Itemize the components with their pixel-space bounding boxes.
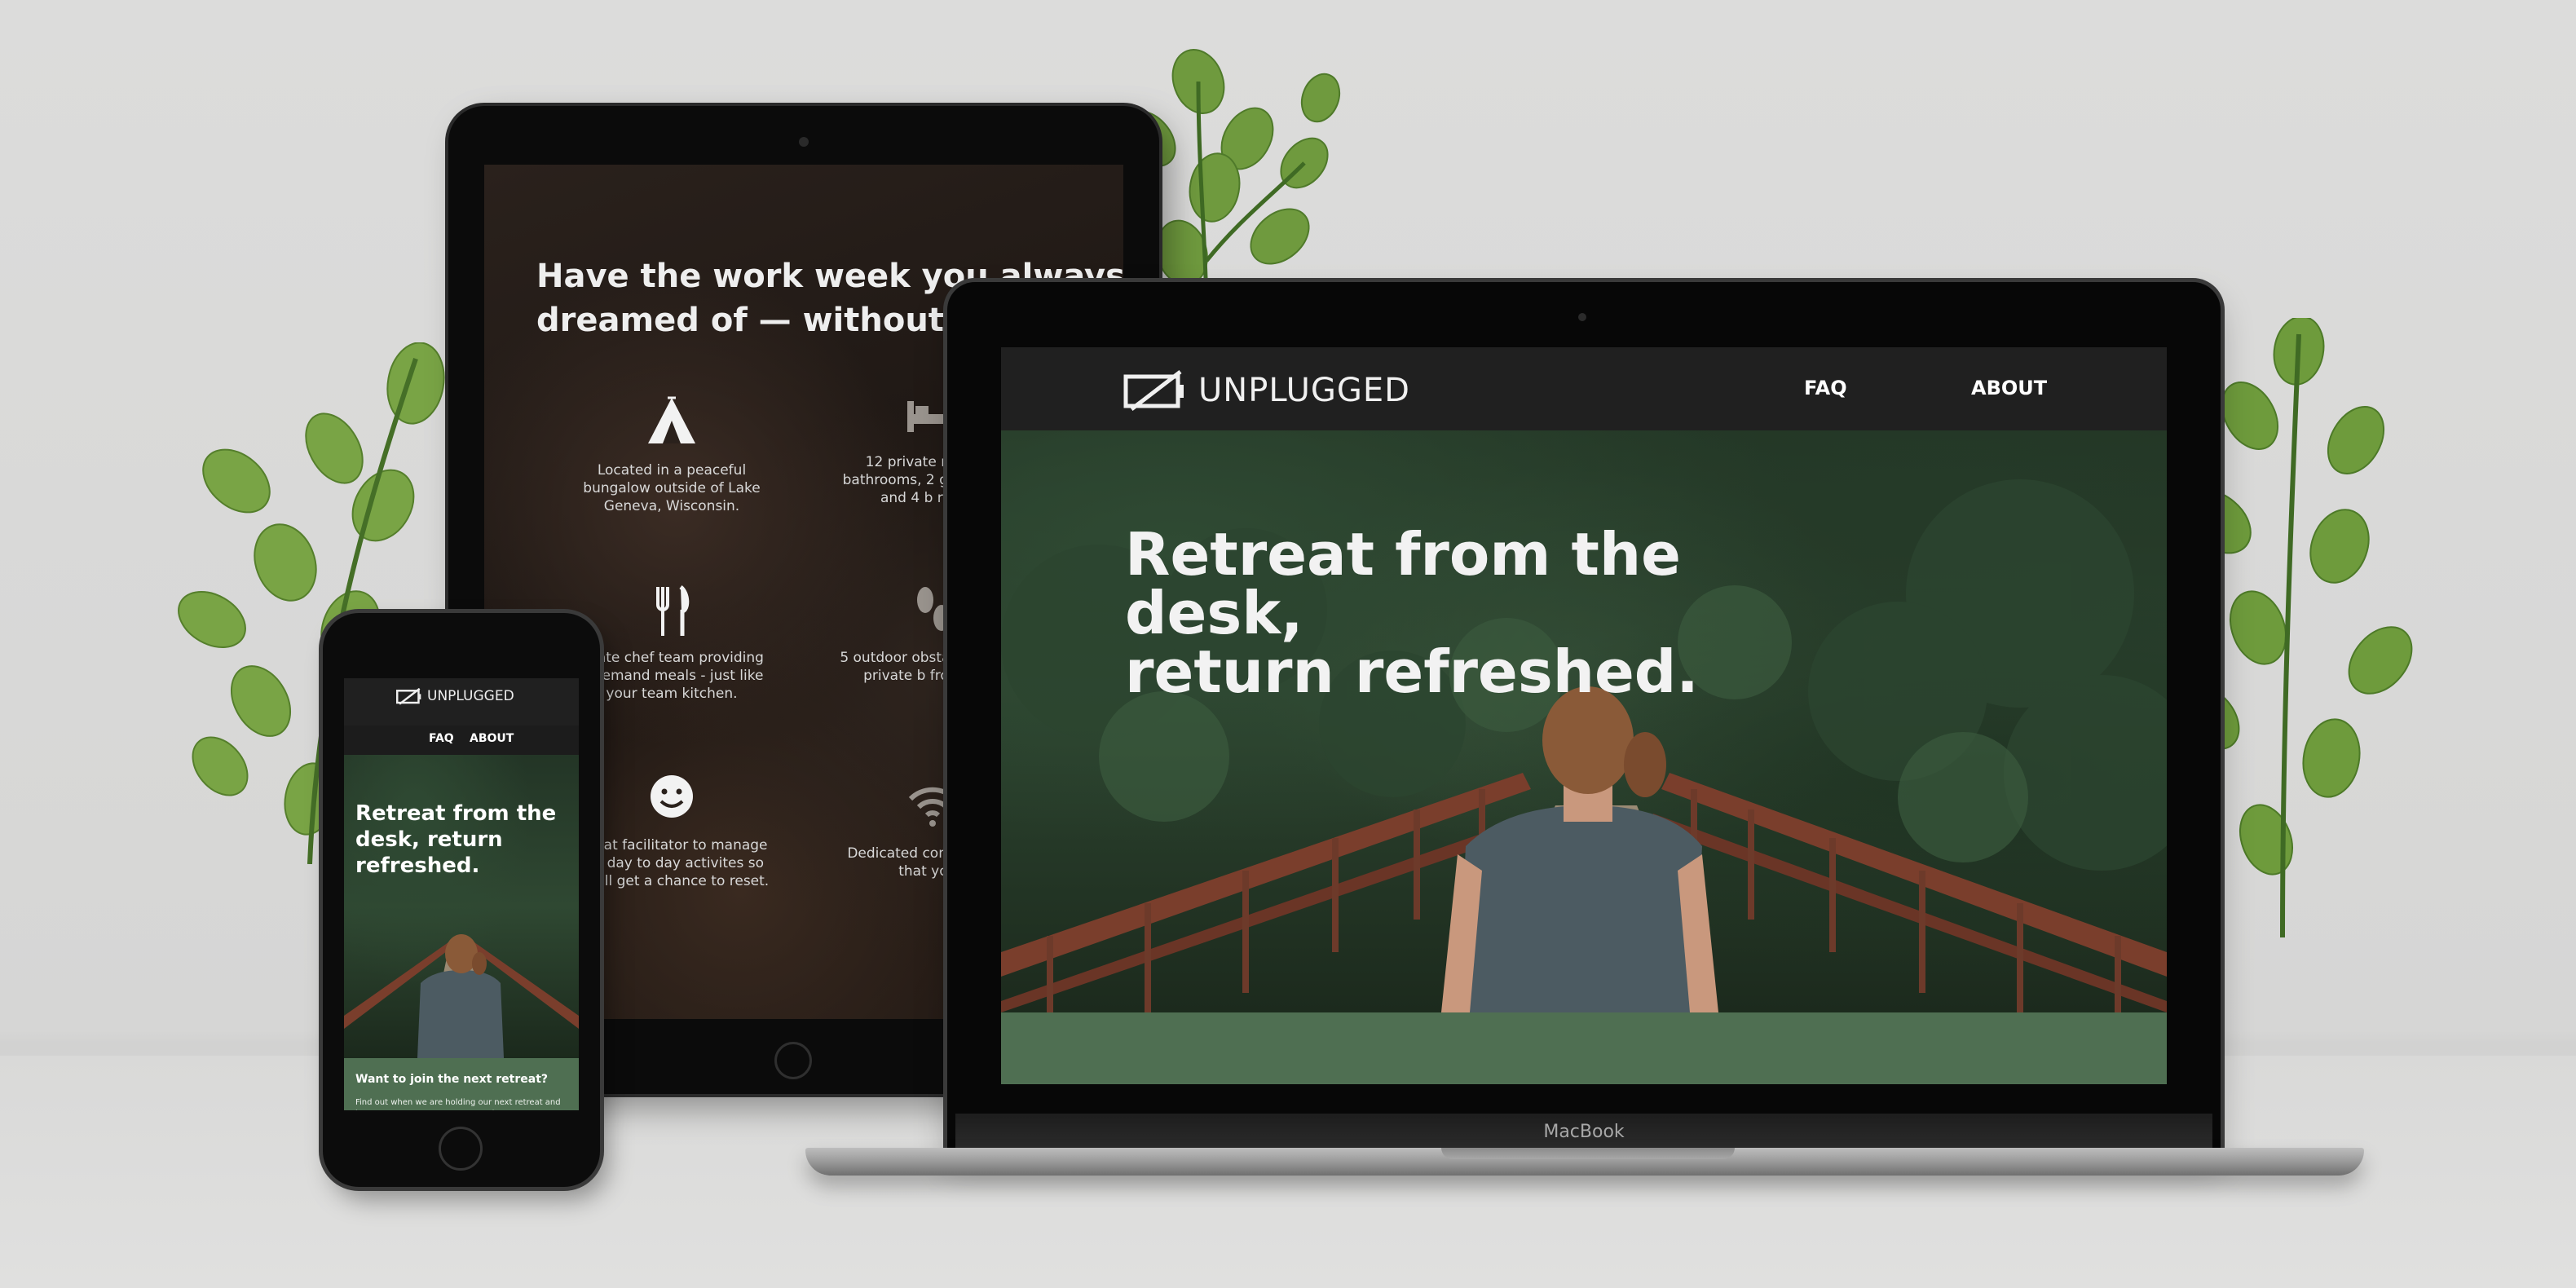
cta-band xyxy=(1001,1012,2167,1084)
phone-screen: UNPLUGGED FAQ ABOUT Retreat from the des… xyxy=(344,678,579,1110)
phone-hero-title: Retreat from the desk, return refreshed. xyxy=(355,801,557,878)
hero-section: Retreat from the desk, return refreshed. xyxy=(1001,430,2167,1012)
phone-home-button xyxy=(439,1127,483,1171)
feature-text: etreat facilitator to manage our day to … xyxy=(574,837,770,889)
feature-text: rivate chef team providing n demand meal… xyxy=(580,650,764,702)
phone-nav-faq-link[interactable]: FAQ xyxy=(429,732,454,745)
feature-text: Located in a peaceful bungalow outside o… xyxy=(583,462,761,514)
feature-location: Located in a peaceful bungalow outside o… xyxy=(574,393,770,515)
site-logo[interactable]: UNPLUGGED xyxy=(1123,370,1410,411)
phone-nav-links: FAQ ABOUT xyxy=(344,726,579,755)
phone-logo-text: UNPLUGGED xyxy=(427,688,514,704)
phone-navbar: UNPLUGGED xyxy=(344,678,579,726)
phone-nav-about-link[interactable]: ABOUT xyxy=(470,732,514,745)
laptop-device: UNPLUGGED FAQ ABOUT Retreat from the des… xyxy=(947,282,2221,1151)
feature-facilitator: etreat facilitator to manage our day to … xyxy=(574,768,770,890)
nav-about-link[interactable]: ABOUT xyxy=(1971,377,2047,399)
fork-knife-icon xyxy=(643,580,700,637)
phone-cta-text: Find out when we are holding our next re… xyxy=(355,1098,561,1110)
phone-hero-section: Retreat from the desk, return refreshed. xyxy=(344,755,579,1058)
laptop-camera xyxy=(1578,313,1586,321)
phone-device: UNPLUGGED FAQ ABOUT Retreat from the des… xyxy=(323,613,600,1187)
laptop-hinge-notch xyxy=(1441,1148,1735,1159)
unplugged-battery-icon xyxy=(1123,370,1187,411)
tent-icon xyxy=(643,393,700,450)
device-mockup-scene: Have the work week you always dreamed of… xyxy=(0,0,2576,1288)
phone-cta-section: Want to join the next retreat? Find out … xyxy=(344,1058,579,1110)
laptop-screen: UNPLUGGED FAQ ABOUT Retreat from the des… xyxy=(1001,347,2167,1084)
laptop-model-label: MacBook xyxy=(955,1114,2212,1151)
laptop-base xyxy=(805,1148,2364,1176)
feature-chef: rivate chef team providing n demand meal… xyxy=(574,580,770,703)
phone-cta-title: Want to join the next retreat? xyxy=(355,1073,549,1086)
nav-faq-link[interactable]: FAQ xyxy=(1804,377,1847,399)
tablet-camera xyxy=(799,137,809,147)
phone-logo[interactable]: UNPLUGGED xyxy=(396,687,514,705)
smiley-icon xyxy=(643,768,700,825)
logo-text: UNPLUGGED xyxy=(1198,372,1410,409)
site-navbar: UNPLUGGED FAQ ABOUT xyxy=(1001,347,2167,430)
tablet-home-button xyxy=(774,1042,812,1079)
unplugged-battery-icon xyxy=(396,687,422,705)
hero-photo xyxy=(1001,479,2167,1012)
hero-title: Retreat from the desk, return refreshed. xyxy=(1125,520,1699,706)
